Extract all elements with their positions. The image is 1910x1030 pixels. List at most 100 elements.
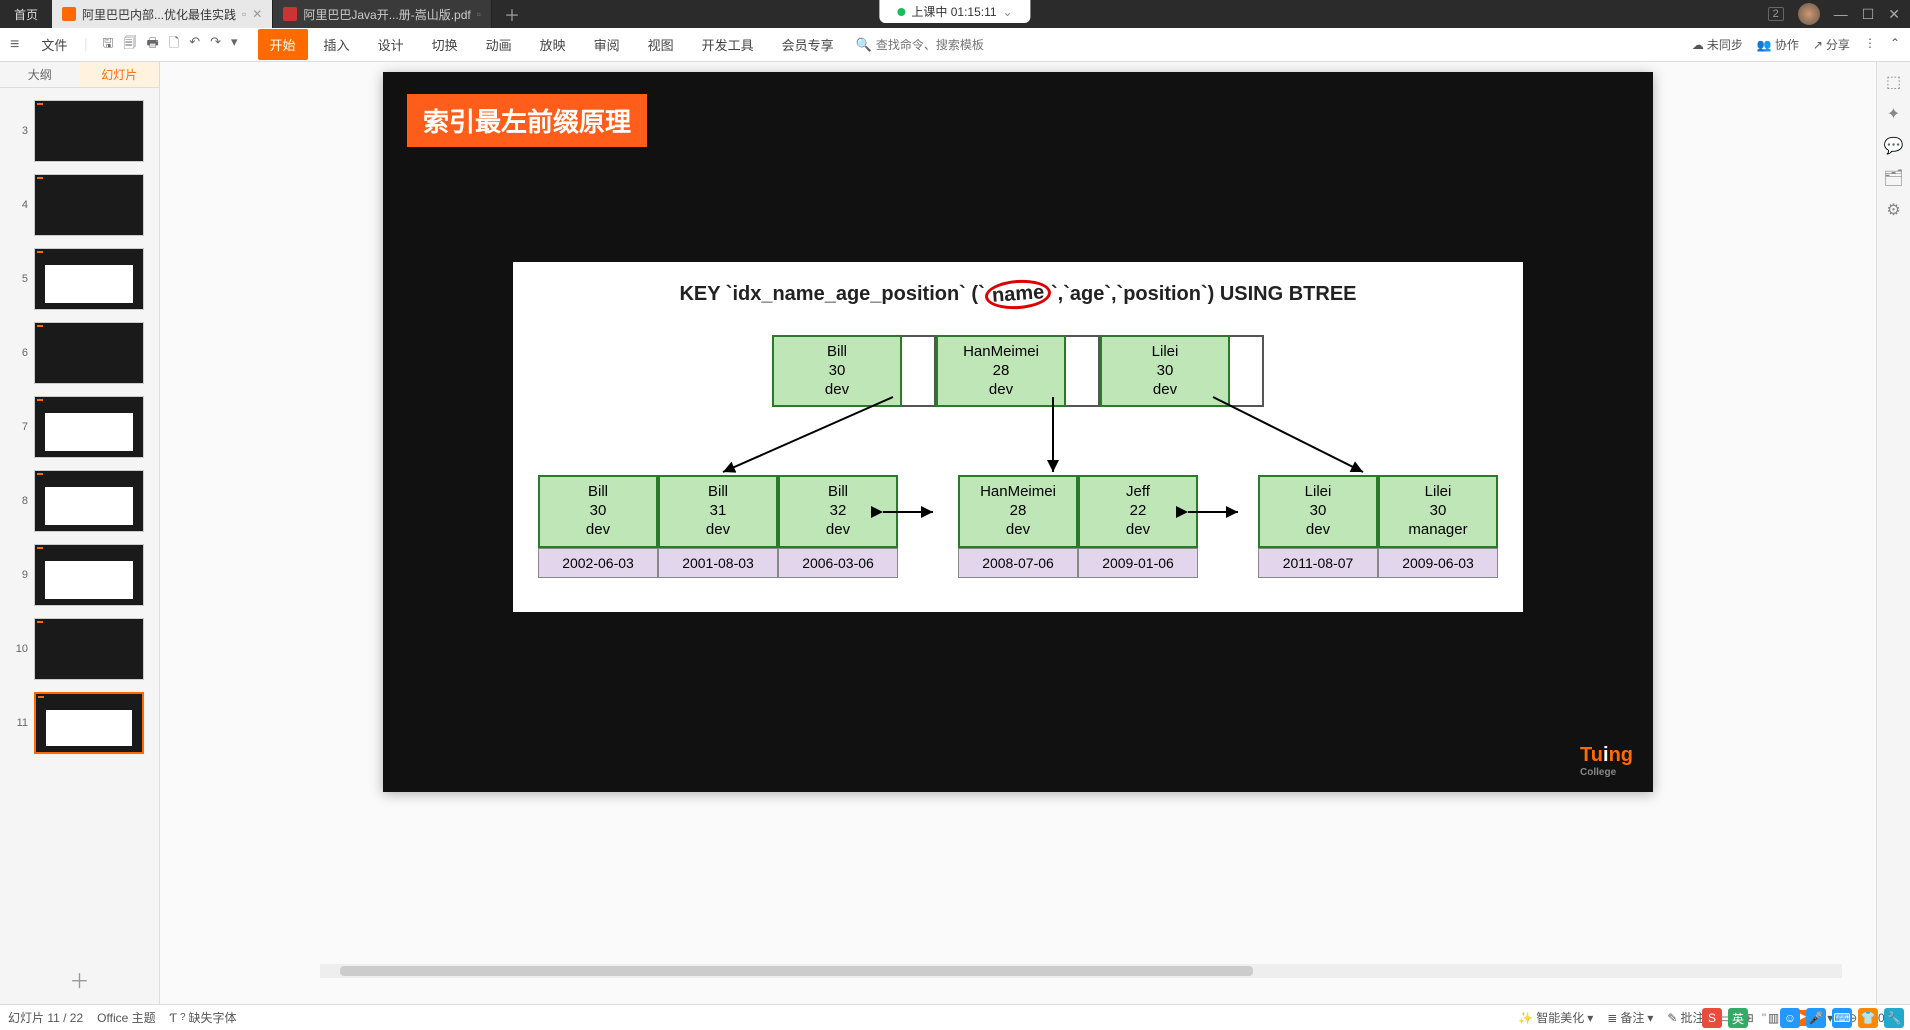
- coop-button[interactable]: 👥 协作: [1757, 36, 1799, 53]
- sync-status[interactable]: ☁ 未同步: [1692, 36, 1743, 53]
- slide-number: 8: [10, 495, 28, 507]
- slide-thumb-11[interactable]: [34, 692, 144, 754]
- slide-thumb-6[interactable]: [34, 322, 144, 384]
- session-indicator[interactable]: 上课中 01:15:11 ⌄: [879, 0, 1030, 23]
- btree-leaf-node: Bill30dev: [538, 475, 658, 547]
- close-window-icon[interactable]: ✕: [1888, 6, 1900, 23]
- tab-menu-icon[interactable]: ▫: [477, 7, 481, 21]
- tray-mic-icon[interactable]: 🎤: [1806, 1008, 1826, 1028]
- slide-number: 10: [10, 643, 28, 655]
- doc-tab-1[interactable]: 阿里巴巴内部...优化最佳实践 ▫ ✕: [52, 0, 273, 28]
- slide-thumb-10[interactable]: [34, 618, 144, 680]
- preview-icon[interactable]: 🗋: [169, 34, 179, 56]
- chevron-down-icon[interactable]: ⌄: [1003, 5, 1013, 19]
- menu-tab-视图[interactable]: 视图: [636, 29, 686, 60]
- slide-thumb-9[interactable]: [34, 544, 144, 606]
- key-definition: KEY `idx_name_age_position` (`name`,`age…: [513, 262, 1523, 335]
- collapse-ribbon-icon[interactable]: ⌃: [1890, 36, 1900, 53]
- tab-menu-icon[interactable]: ▫: [242, 7, 246, 21]
- tray-keyboard-icon[interactable]: ⌨: [1832, 1008, 1852, 1028]
- btree-leaf-node: Lilei30dev: [1258, 475, 1378, 547]
- btree-leaf-group: Lilei30devLilei30manager2011-08-072009-0…: [1258, 475, 1498, 577]
- select-tool-icon[interactable]: ⬚: [1886, 72, 1901, 92]
- btree-leaf-node: Bill32dev: [778, 475, 898, 547]
- magic-icon[interactable]: ✦: [1887, 104, 1900, 124]
- slide-number: 6: [10, 347, 28, 359]
- tray-tool-icon[interactable]: 🔧: [1884, 1008, 1904, 1028]
- new-tab-button[interactable]: ＋: [492, 2, 532, 26]
- comment-icon[interactable]: 💬: [1884, 136, 1904, 156]
- settings-icon[interactable]: ⚙: [1886, 200, 1900, 220]
- tray-emoji-icon[interactable]: ☺: [1780, 1008, 1800, 1028]
- btree-gap: [902, 335, 936, 407]
- menu-tab-动画[interactable]: 动画: [474, 29, 524, 60]
- slide-thumb-5[interactable]: [34, 248, 144, 310]
- notes-button[interactable]: ≣ 备注 ▾: [1607, 1009, 1653, 1026]
- menu-tab-开始[interactable]: 开始: [258, 29, 308, 60]
- share-button[interactable]: ↗ 分享: [1813, 36, 1850, 53]
- print-icon[interactable]: 🖶: [146, 34, 158, 56]
- btree-leaf-date: 2001-08-03: [658, 548, 778, 578]
- btree-gap: [1066, 335, 1100, 407]
- file-menu[interactable]: 文件: [29, 35, 79, 54]
- save-icon[interactable]: 🖫: [102, 34, 113, 56]
- missing-font[interactable]: Ƭ? 缺失字体: [170, 1009, 237, 1026]
- slide-thumb-8[interactable]: [34, 470, 144, 532]
- review-button[interactable]: ✎ 批注: [1667, 1009, 1704, 1026]
- system-tray: S 英 " ☺ 🎤 ⌨ 👕 🔧: [1702, 1008, 1904, 1028]
- redo-icon[interactable]: ↷: [210, 34, 221, 56]
- horizontal-scrollbar[interactable]: [320, 964, 1842, 978]
- menu-tab-开发工具[interactable]: 开发工具: [690, 29, 766, 60]
- menu-tab-切换[interactable]: 切换: [420, 29, 470, 60]
- beautify-button[interactable]: ✨ 智能美化 ▾: [1518, 1009, 1593, 1026]
- slide-number: 11: [10, 717, 28, 729]
- menu-tab-会员专享[interactable]: 会员专享: [770, 29, 846, 60]
- slide-thumb-4[interactable]: [34, 174, 144, 236]
- doc-tab-2-label: 阿里巴巴Java开...册-嵩山版.pdf: [303, 6, 470, 23]
- export-icon[interactable]: 🗐: [123, 34, 136, 56]
- more-icon[interactable]: ⋮: [1864, 36, 1876, 53]
- notification-badge[interactable]: 2: [1768, 7, 1784, 21]
- doc-tab-2[interactable]: 阿里巴巴Java开...册-嵩山版.pdf ▫: [273, 0, 492, 28]
- btree-leaf-node: Lilei30manager: [1378, 475, 1498, 547]
- menu-tab-设计[interactable]: 设计: [366, 29, 416, 60]
- tray-sogou-icon[interactable]: S: [1702, 1008, 1722, 1028]
- btree-leaf-group: Bill30devBill31devBill32dev2002-06-03200…: [538, 475, 898, 577]
- btree-leaf-node: Bill31dev: [658, 475, 778, 547]
- app-menu-icon[interactable]: ≡: [0, 36, 29, 54]
- search-input[interactable]: [876, 38, 1016, 52]
- home-tab[interactable]: 首页: [0, 6, 52, 23]
- assets-icon[interactable]: 🗂: [1883, 168, 1903, 188]
- slide-thumb-7[interactable]: [34, 396, 144, 458]
- session-label: 上课中 01:15:11: [911, 3, 996, 20]
- slide-canvas[interactable]: 索引最左前缀原理 KEY `idx_name_age_position` (`n…: [383, 72, 1653, 792]
- dropdown-icon[interactable]: ▾: [231, 34, 238, 56]
- diagram-container: KEY `idx_name_age_position` (`name`,`age…: [513, 262, 1523, 612]
- menu-tab-放映[interactable]: 放映: [528, 29, 578, 60]
- theme-label: Office 主题: [97, 1009, 155, 1026]
- minimize-icon[interactable]: —: [1834, 6, 1848, 22]
- slide-number: 9: [10, 569, 28, 581]
- btree-gap: [1230, 335, 1264, 407]
- tray-ime-icon[interactable]: 英: [1728, 1008, 1748, 1028]
- menu-tab-审阅[interactable]: 审阅: [582, 29, 632, 60]
- add-slide-button[interactable]: ＋: [0, 955, 159, 1004]
- undo-icon[interactable]: ↶: [189, 34, 200, 56]
- close-icon[interactable]: ✕: [252, 7, 262, 21]
- circled-column: name: [984, 278, 1052, 312]
- maximize-icon[interactable]: ☐: [1862, 6, 1875, 23]
- tray-comma-icon[interactable]: ": [1754, 1008, 1774, 1028]
- slide-thumb-3[interactable]: [34, 100, 144, 162]
- tray-shirt-icon[interactable]: 👕: [1858, 1008, 1878, 1028]
- btree-root-node: Bill30dev: [772, 335, 902, 407]
- presentation-icon: [62, 7, 76, 21]
- slides-tab[interactable]: 幻灯片: [80, 62, 160, 87]
- outline-tab[interactable]: 大纲: [0, 62, 80, 87]
- search-icon: 🔍: [856, 37, 872, 53]
- avatar[interactable]: [1798, 3, 1820, 25]
- btree-leaf-node: HanMeimei28dev: [958, 475, 1078, 547]
- btree-leaf-date: 2011-08-07: [1258, 548, 1378, 578]
- slide-number: 7: [10, 421, 28, 433]
- btree-leaf-node: Jeff22dev: [1078, 475, 1198, 547]
- menu-tab-插入[interactable]: 插入: [312, 29, 362, 60]
